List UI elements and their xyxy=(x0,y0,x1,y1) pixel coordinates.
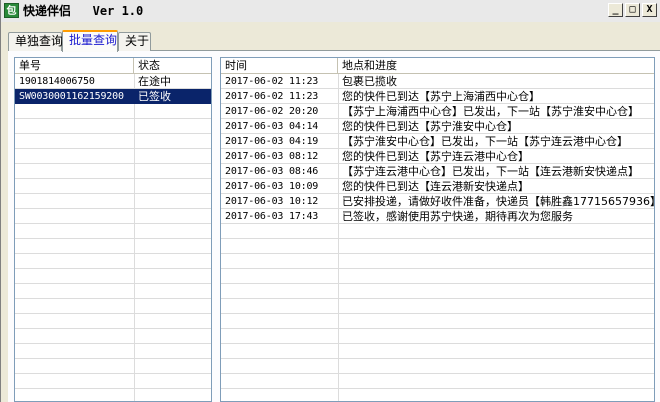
tracking-row[interactable]: 2017-06-02 11:23 包裹已揽收 xyxy=(221,74,654,89)
tracking-time: 2017-06-03 08:12 xyxy=(225,151,319,162)
empty-row xyxy=(221,314,654,329)
tracking-time: 2017-06-03 04:14 xyxy=(225,121,319,132)
order-row[interactable]: 1901814006750 在途中 xyxy=(15,74,211,89)
title-bar[interactable]: 包 快递伴侣 Ver 1.0 _ □ X xyxy=(1,0,660,22)
tracking-time: 2017-06-03 10:09 xyxy=(225,181,319,192)
empty-row xyxy=(221,344,654,359)
empty-row xyxy=(221,359,654,374)
tracking-row[interactable]: 2017-06-02 20:20 【苏宁上海浦西中心仓】已发出，下一站【苏宁淮安中… xyxy=(221,104,654,119)
tracking-row[interactable]: 2017-06-03 04:19 【苏宁淮安中心仓】已发出，下一站【苏宁连云港中心… xyxy=(221,134,654,149)
order-number: 1901814006750 xyxy=(19,76,95,87)
tracking-detail: 【苏宁连云港中心仓】已发出，下一站【连云港新安快递点】 xyxy=(342,165,639,178)
empty-row xyxy=(15,314,211,329)
tracking-time: 2017-06-03 04:19 xyxy=(225,136,319,147)
close-button[interactable]: X xyxy=(642,3,657,17)
tracking-detail: 包裹已揽收 xyxy=(342,75,397,88)
empty-row xyxy=(221,389,654,401)
tracking-detail: 【苏宁上海浦西中心仓】已发出，下一站【苏宁淮安中心仓】 xyxy=(342,105,639,118)
tab-about[interactable]: 关于 xyxy=(118,32,151,51)
empty-row xyxy=(15,149,211,164)
empty-row xyxy=(15,389,211,401)
empty-row xyxy=(15,359,211,374)
tab-batch-query[interactable]: 批量查询 xyxy=(62,30,118,52)
tracking-detail: 您的快件已到达【连云港新安快递点】 xyxy=(342,180,529,193)
column-header-number[interactable]: 单号 xyxy=(15,58,134,74)
order-list-header: 单号 状态 xyxy=(15,58,211,74)
tracking-row[interactable]: 2017-06-03 10:12 已安排投递，请做好收件准备，快递员【韩胜鑫177… xyxy=(221,194,654,209)
empty-row xyxy=(15,134,211,149)
empty-row xyxy=(221,239,654,254)
tracking-row[interactable]: 2017-06-03 10:09 您的快件已到达【连云港新安快递点】 xyxy=(221,179,654,194)
empty-row xyxy=(15,239,211,254)
tab-single-query[interactable]: 单独查询 xyxy=(8,32,63,51)
column-header-detail[interactable]: 地点和进度 xyxy=(338,58,654,74)
package-icon: 包 xyxy=(4,3,19,18)
tracking-row[interactable]: 2017-06-03 17:43 已签收，感谢使用苏宁快递，期待再次为您服务 xyxy=(221,209,654,224)
empty-row xyxy=(221,329,654,344)
maximize-button[interactable]: □ xyxy=(625,3,640,17)
tracking-detail: 您的快件已到达【苏宁连云港中心仓】 xyxy=(342,150,529,163)
order-row[interactable]: SW0030001162159200 已签收 xyxy=(15,89,211,104)
tracking-list[interactable]: 时间 地点和进度 2017-06-02 11:23 包裹已揽收 2017-06-02… xyxy=(220,57,655,402)
tracking-row[interactable]: 2017-06-03 08:12 您的快件已到达【苏宁连云港中心仓】 xyxy=(221,149,654,164)
order-number: SW0030001162159200 xyxy=(15,89,134,104)
empty-row xyxy=(15,344,211,359)
empty-row xyxy=(15,164,211,179)
tracking-rows: 2017-06-02 11:23 包裹已揽收 2017-06-02 11:23 您的快… xyxy=(221,74,654,401)
order-list[interactable]: 单号 状态 1901814006750 在途中 SW0030001162159200… xyxy=(14,57,212,402)
tracking-time: 2017-06-03 10:12 xyxy=(225,196,319,207)
tracking-row[interactable]: 2017-06-03 04:14 您的快件已到达【苏宁淮安中心仓】 xyxy=(221,119,654,134)
app-window: 包 快递伴侣 Ver 1.0 _ □ X 单独查询 批量查询 关于 单号 状态 … xyxy=(0,0,660,402)
tracking-time: 2017-06-03 17:43 xyxy=(225,211,319,222)
empty-row xyxy=(15,269,211,284)
order-status: 已签收 xyxy=(134,89,211,104)
tracking-detail: 已安排投递，请做好收件准备，快递员【韩胜鑫17715657936】 xyxy=(342,195,655,208)
empty-row xyxy=(15,329,211,344)
order-rows: 1901814006750 在途中 SW0030001162159200 已签收 xyxy=(15,74,211,401)
tracking-detail: 您的快件已到达【苏宁淮安中心仓】 xyxy=(342,120,518,133)
empty-row xyxy=(15,194,211,209)
tracking-time: 2017-06-03 08:46 xyxy=(225,166,319,177)
tracking-time: 2017-06-02 20:20 xyxy=(225,106,319,117)
empty-row xyxy=(221,374,654,389)
window-title: 快递伴侣 Ver 1.0 xyxy=(23,4,144,18)
empty-row xyxy=(15,374,211,389)
empty-row xyxy=(15,284,211,299)
tracking-list-header: 时间 地点和进度 xyxy=(221,58,654,74)
tracking-time: 2017-06-02 11:23 xyxy=(225,76,319,87)
minimize-button[interactable]: _ xyxy=(608,3,623,17)
column-header-status[interactable]: 状态 xyxy=(134,58,211,74)
empty-row xyxy=(221,269,654,284)
tracking-detail: 【苏宁淮安中心仓】已发出，下一站【苏宁连云港中心仓】 xyxy=(342,135,628,148)
empty-row xyxy=(15,299,211,314)
empty-row xyxy=(15,179,211,194)
empty-row xyxy=(15,224,211,239)
tracking-detail: 已签收，感谢使用苏宁快递，期待再次为您服务 xyxy=(342,210,573,223)
tracking-detail: 您的快件已到达【苏宁上海浦西中心仓】 xyxy=(342,90,540,103)
empty-row xyxy=(15,104,211,119)
tracking-time: 2017-06-02 11:23 xyxy=(225,91,319,102)
tracking-row[interactable]: 2017-06-02 11:23 您的快件已到达【苏宁上海浦西中心仓】 xyxy=(221,89,654,104)
empty-row xyxy=(15,254,211,269)
empty-row xyxy=(15,209,211,224)
empty-row xyxy=(221,284,654,299)
empty-row xyxy=(15,119,211,134)
empty-row xyxy=(221,299,654,314)
column-header-time[interactable]: 时间 xyxy=(221,58,338,74)
tracking-row[interactable]: 2017-06-03 08:46 【苏宁连云港中心仓】已发出，下一站【连云港新安快… xyxy=(221,164,654,179)
empty-row xyxy=(221,254,654,269)
empty-row xyxy=(221,224,654,239)
order-status: 在途中 xyxy=(138,75,171,88)
